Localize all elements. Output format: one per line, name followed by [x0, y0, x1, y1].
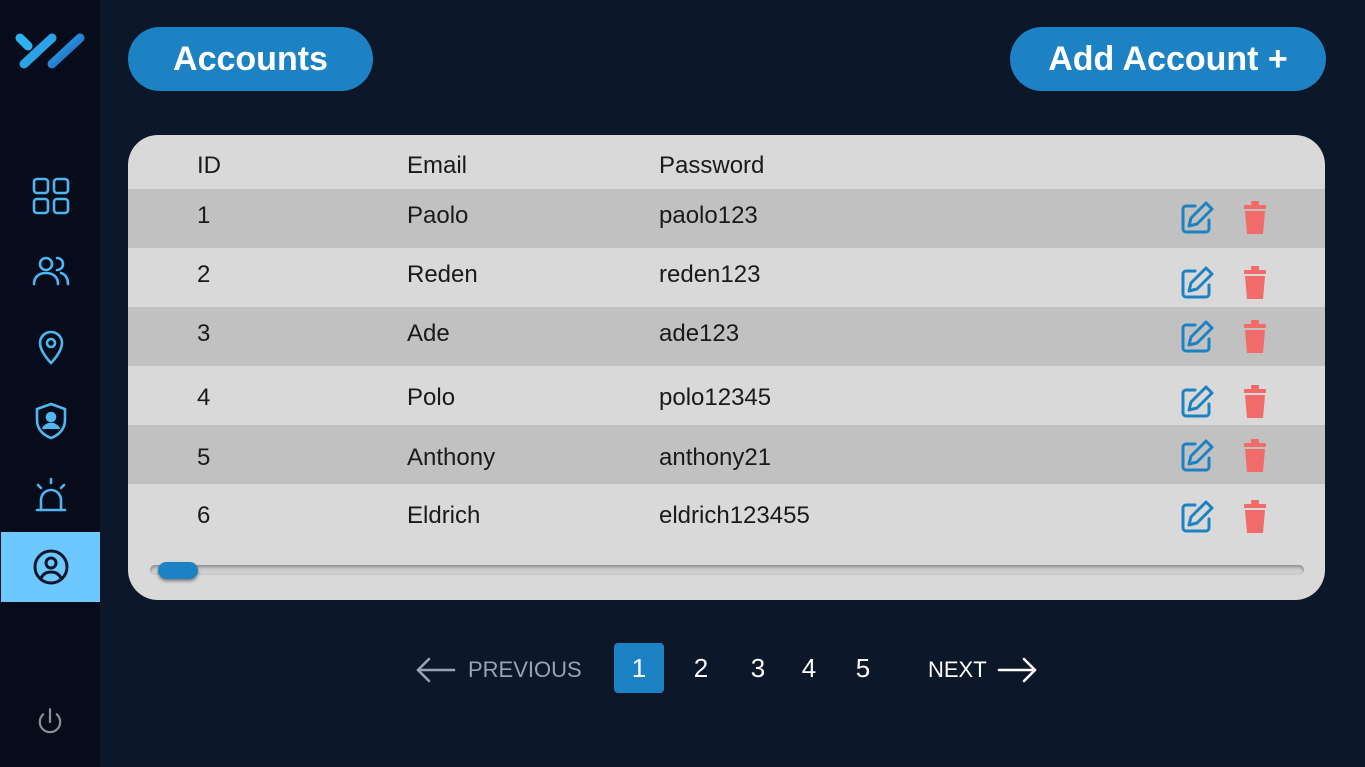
- row-password: paolo123: [659, 202, 758, 229]
- edit-icon: [1181, 385, 1214, 418]
- arrow-right-icon: [997, 657, 1036, 683]
- delete-button[interactable]: [1236, 498, 1274, 536]
- user-circle-icon: [33, 549, 68, 585]
- grid-icon: [32, 177, 69, 215]
- row-email: Polo: [407, 384, 456, 411]
- row-password: anthony21: [659, 444, 772, 471]
- sidebar-item-users[interactable]: [1, 236, 100, 306]
- alarm-siren-icon: [35, 477, 66, 512]
- delete-button[interactable]: [1236, 437, 1274, 475]
- power-button[interactable]: [30, 702, 70, 742]
- trash-icon: [1244, 266, 1266, 299]
- previous-label: PREVIOUS: [468, 657, 582, 682]
- location-pin-icon: [38, 330, 63, 365]
- row-email: Eldrich: [407, 502, 481, 529]
- page-button-5[interactable]: 5: [838, 643, 888, 693]
- row-password: reden123: [659, 261, 761, 288]
- edit-button[interactable]: [1178, 383, 1216, 421]
- trash-icon: [1244, 320, 1266, 353]
- edit-icon: [1181, 320, 1214, 353]
- table-row: 5 Anthony anthony21: [128, 425, 1325, 484]
- trash-icon: [1244, 500, 1266, 533]
- row-password: polo12345: [659, 384, 772, 411]
- arrow-left-icon: [416, 657, 456, 683]
- edit-icon: [1181, 439, 1214, 472]
- edit-icon: [1181, 500, 1214, 533]
- table-row: 3 Ade ade123: [128, 307, 1325, 366]
- delete-button[interactable]: [1236, 199, 1274, 237]
- column-header-password: Password: [659, 152, 765, 179]
- sidebar-item-accounts[interactable]: [1, 532, 100, 602]
- page-button-2[interactable]: 2: [676, 643, 726, 693]
- row-id: 3: [197, 320, 211, 347]
- horizontal-scrollbar-thumb[interactable]: [158, 562, 198, 579]
- sidebar-item-dashboard[interactable]: [1, 161, 100, 231]
- app-logo: [15, 33, 85, 69]
- trash-icon: [1244, 439, 1266, 472]
- edit-button[interactable]: [1178, 498, 1216, 536]
- table-header-row: ID Email Password: [128, 135, 1325, 189]
- row-email: Anthony: [407, 444, 496, 471]
- edit-icon: [1181, 266, 1214, 299]
- edit-button[interactable]: [1178, 264, 1216, 302]
- row-password: ade123: [659, 320, 740, 347]
- page-button-1[interactable]: 1: [614, 643, 664, 693]
- accounts-table: ID Email Password 1 Paolo paolo123 2 Red…: [128, 135, 1325, 600]
- row-email: Reden: [407, 261, 478, 288]
- delete-button[interactable]: [1236, 264, 1274, 302]
- sidebar-item-alerts[interactable]: [1, 461, 100, 531]
- row-id: 1: [197, 202, 211, 229]
- next-label: NEXT: [928, 657, 987, 682]
- delete-button[interactable]: [1236, 383, 1274, 421]
- page-button-3[interactable]: 3: [733, 643, 783, 693]
- table-row: 1 Paolo paolo123: [128, 189, 1325, 248]
- row-id: 4: [197, 384, 211, 411]
- edit-button[interactable]: [1178, 199, 1216, 237]
- add-account-button[interactable]: Add Account +: [1010, 27, 1326, 91]
- row-id: 5: [197, 444, 211, 471]
- sidebar-item-security[interactable]: [1, 386, 100, 456]
- trash-icon: [1244, 201, 1266, 234]
- power-icon: [38, 708, 62, 734]
- column-header-email: Email: [407, 152, 468, 179]
- sidebar-item-locations[interactable]: [1, 311, 100, 381]
- next-page-button[interactable]: NEXT: [928, 650, 1039, 690]
- previous-page-button[interactable]: PREVIOUS: [414, 650, 582, 690]
- table-row: 6 Eldrich eldrich123455: [128, 484, 1325, 543]
- table-row: 4 Polo polo12345: [128, 366, 1325, 425]
- table-row: 2 Reden reden123: [128, 248, 1325, 307]
- row-id: 2: [197, 261, 211, 288]
- delete-button[interactable]: [1236, 318, 1274, 356]
- sidebar: [0, 0, 100, 767]
- column-header-id: ID: [197, 152, 221, 179]
- page-button-4[interactable]: 4: [784, 643, 834, 693]
- row-password: eldrich123455: [659, 502, 810, 529]
- row-email: Paolo: [407, 202, 469, 229]
- edit-button[interactable]: [1178, 318, 1216, 356]
- page-title: Accounts: [128, 27, 373, 91]
- edit-icon: [1181, 201, 1214, 234]
- horizontal-scrollbar-track[interactable]: [150, 565, 1304, 575]
- row-id: 6: [197, 502, 211, 529]
- edit-button[interactable]: [1178, 437, 1216, 475]
- trash-icon: [1244, 385, 1266, 418]
- users-icon: [32, 256, 69, 286]
- row-email: Ade: [407, 320, 450, 347]
- shield-user-icon: [35, 402, 66, 440]
